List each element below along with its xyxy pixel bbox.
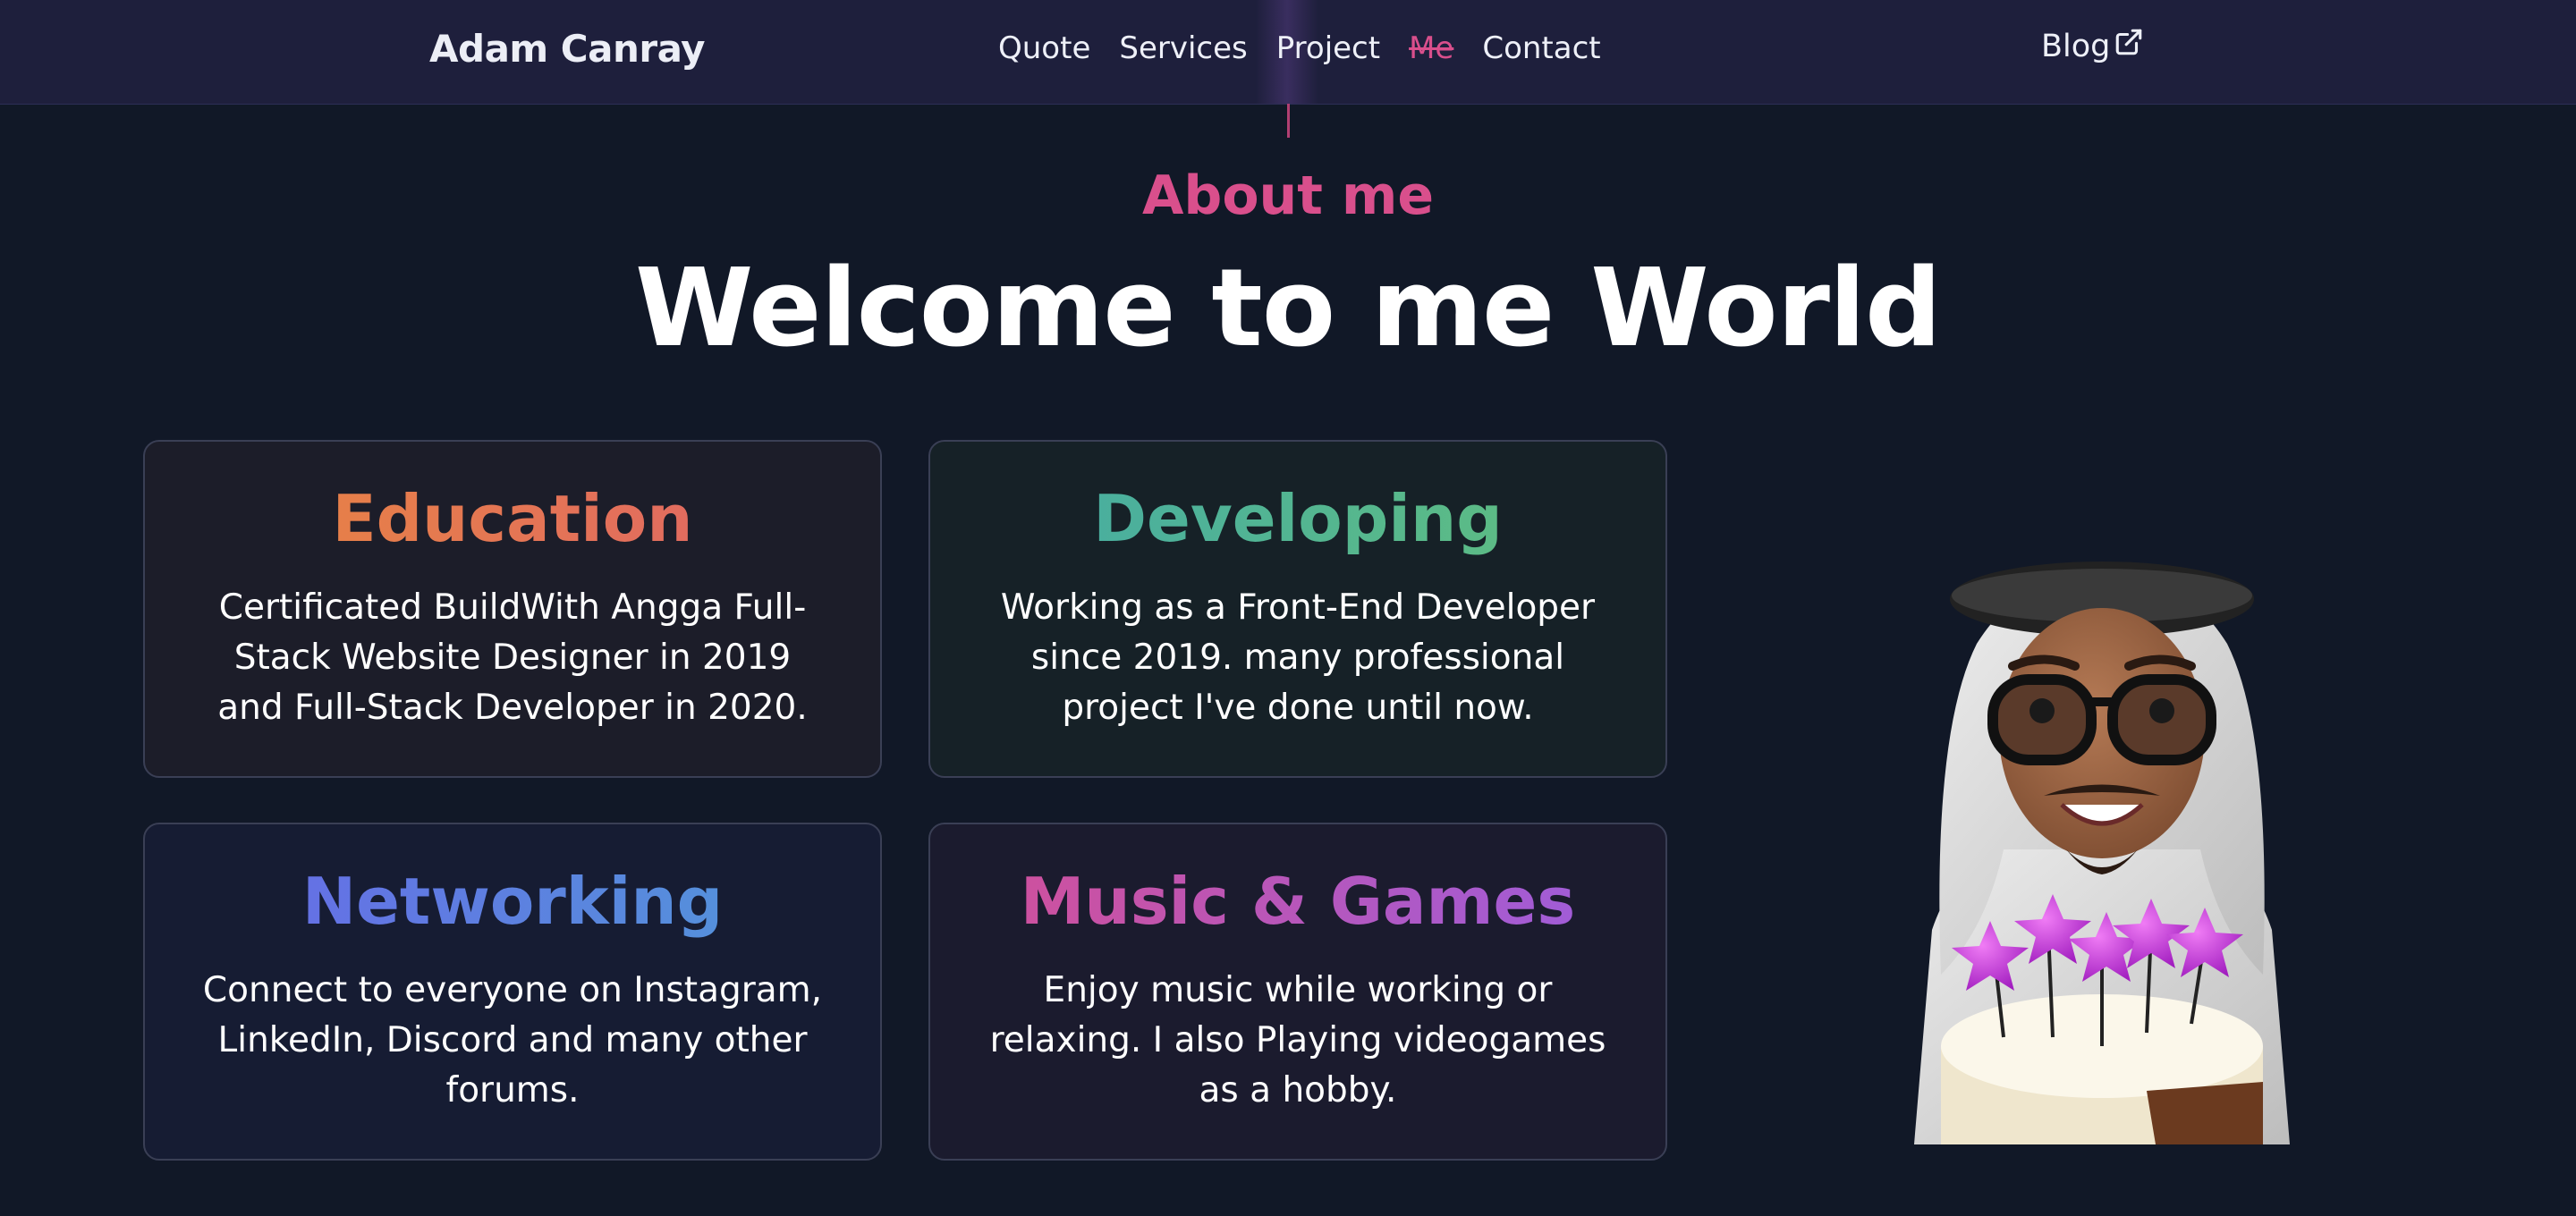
section-headline: Welcome to me World	[635, 247, 1942, 371]
nav-link-quote[interactable]: Quote	[998, 30, 1090, 66]
avatar-illustration	[1914, 562, 2290, 1144]
card-developing: Developing Working as a Front-End Develo…	[928, 440, 1667, 778]
brand-name[interactable]: Adam Canray	[429, 27, 706, 71]
card-music-games: Music & Games Enjoy music while working …	[928, 823, 1667, 1161]
blog-label: Blog	[2041, 29, 2111, 64]
card-title: Developing	[930, 481, 1665, 556]
card-title: Music & Games	[930, 864, 1665, 939]
section-eyebrow: About me	[1141, 165, 1435, 227]
blog-link[interactable]: Blog	[2041, 29, 2144, 64]
main-nav: Quote Services Project Me Contact	[998, 30, 1601, 66]
card-text: Certificated BuildWith Angga Full-Stack …	[217, 587, 808, 728]
card-title: Networking	[145, 864, 880, 939]
top-navbar: Adam Canray Quote Services Project Me Co…	[0, 0, 2576, 105]
card-networking: Networking Connect to everyone on Instag…	[143, 823, 882, 1161]
section-divider-line	[1287, 104, 1290, 138]
card-text: Working as a Front-End Developer since 2…	[1000, 587, 1596, 728]
external-link-icon	[2116, 29, 2142, 55]
nav-link-me[interactable]: Me	[1409, 30, 1453, 66]
nav-link-services[interactable]: Services	[1119, 30, 1247, 66]
card-text: Enjoy music while working or relaxing. I…	[989, 970, 1606, 1110]
card-text: Connect to everyone on Instagram, Linked…	[202, 970, 823, 1110]
card-title: Education	[145, 481, 880, 556]
nav-link-contact[interactable]: Contact	[1482, 30, 1600, 66]
card-education: Education Certificated BuildWith Angga F…	[143, 440, 882, 778]
nav-link-project[interactable]: Project	[1276, 30, 1380, 66]
